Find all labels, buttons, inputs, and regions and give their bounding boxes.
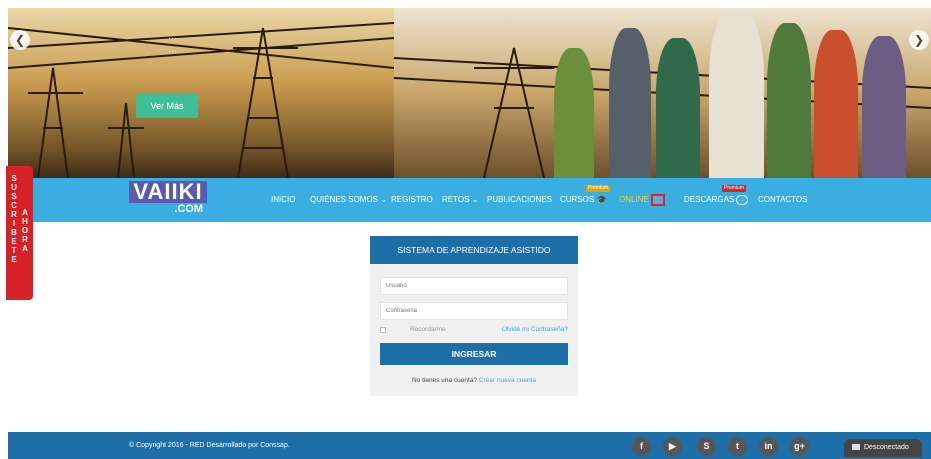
facebook-icon[interactable]: f <box>632 437 651 456</box>
hero-caption-line: ... <box>168 43 178 55</box>
ver-mas-button[interactable]: Ver Más <box>136 94 198 118</box>
chevron-down-icon: ⌄ <box>471 195 479 204</box>
nav-item-inicio[interactable]: INICIO <box>271 178 295 222</box>
premium-badge: Premium <box>586 185 611 192</box>
hero-image-students <box>393 8 931 178</box>
create-account-link[interactable]: Crear nueva cuenta <box>479 377 536 384</box>
nav-item-label: REGISTRO <box>391 195 433 204</box>
nav-item-label: PUBLICACIONES <box>487 195 552 204</box>
chevron-left-icon[interactable]: ❮ <box>10 30 30 50</box>
hero-image-power-lines: ... ... Ver Más <box>8 8 395 178</box>
main-navbar: VAIIKI .COM INICIO QUIÉNES SOMOS ⌄ REGIS… <box>8 178 931 222</box>
hero-caption-line: ... <box>168 30 178 42</box>
student-figure <box>709 10 764 178</box>
no-account-text: No tienes una cuenta? <box>412 377 478 384</box>
power-tower-graphic <box>8 22 395 178</box>
nav-item-label: INICIO <box>271 195 296 204</box>
create-account-row: No tienes una cuenta? Crear nueva cuenta <box>370 377 578 384</box>
nav-item-registro[interactable]: REGISTRO <box>391 178 433 222</box>
graduation-cap-icon: 🎓 <box>596 195 607 204</box>
nav-item-retos[interactable]: RETOS ⌄ <box>442 178 478 222</box>
nav-item-cursos[interactable]: Premium CURSOS 🎓 <box>560 178 611 222</box>
subscribe-tab[interactable]: SUSCRIBETE AHORA <box>6 166 33 300</box>
nav-item-online[interactable]: ONLINE <box>619 178 665 222</box>
student-figure <box>862 36 906 178</box>
remember-label: Recordarme <box>410 326 446 333</box>
youtube-icon[interactable]: ▶ <box>663 437 682 456</box>
chat-status-label: Desconectado <box>864 444 909 451</box>
skype-icon[interactable]: S <box>697 437 716 456</box>
chat-widget[interactable]: Desconectado <box>844 439 922 457</box>
nav-item-label: DESCARGAS <box>684 195 735 204</box>
premium-badge: Premium <box>722 185 747 192</box>
twitter-icon[interactable]: t <box>728 437 747 456</box>
student-figure <box>554 48 594 178</box>
nav-item-label: CONTACTOS <box>758 195 808 204</box>
subscribe-now-text: AHORA <box>21 208 29 253</box>
remember-row: Recordarme Olvidé mi Contraseña? <box>380 326 568 336</box>
nav-item-label: QUIÉNES SOMOS <box>310 195 379 204</box>
username-input[interactable] <box>380 277 568 295</box>
nav-item-descargas[interactable]: Premium DESCARGAS ↓ <box>684 178 749 222</box>
nav-item-label: ONLINE <box>619 195 649 204</box>
hero-slider: ... ... Ver Más ❮ ❯ <box>8 8 931 178</box>
copyright-text: © Copyright 2016 - RED Desarrollado por … <box>129 442 290 449</box>
online-monitor-icon <box>650 193 665 206</box>
logo-text: VAIIKI <box>129 181 207 203</box>
cloud-download-icon: ↓ <box>736 194 749 205</box>
student-figure <box>609 28 651 178</box>
login-card: SISTEMA DE APRENDIZAJE ASISTIDO Recordar… <box>370 236 578 396</box>
login-title: SISTEMA DE APRENDIZAJE ASISTIDO <box>370 236 578 264</box>
student-figure <box>767 23 811 178</box>
nav-item-quienes-somos[interactable]: QUIÉNES SOMOS ⌄ <box>310 178 387 222</box>
chevron-down-icon: ⌄ <box>380 195 387 204</box>
logo-domain: .COM <box>174 203 203 215</box>
subscribe-text: SUSCRIBETE <box>11 174 17 264</box>
student-figure <box>814 30 858 178</box>
linkedin-icon[interactable]: in <box>759 437 778 456</box>
chat-bubble-icon <box>852 444 860 451</box>
site-logo[interactable]: VAIIKI .COM <box>129 181 207 218</box>
hero-caption: ... ... <box>168 30 177 56</box>
nav-item-publicaciones[interactable]: PUBLICACIONES <box>487 178 552 222</box>
nav-item-label: CURSOS <box>560 195 595 204</box>
login-submit-button[interactable]: INGRESAR <box>380 343 568 365</box>
student-figure <box>656 38 700 178</box>
footer: © Copyright 2016 - RED Desarrollado por … <box>8 432 931 459</box>
forgot-password-link[interactable]: Olvidé mi Contraseña? <box>502 326 568 333</box>
chevron-right-icon[interactable]: ❯ <box>909 30 929 50</box>
password-input[interactable] <box>380 302 568 320</box>
nav-item-label: RETOS <box>442 195 470 204</box>
google-plus-icon[interactable]: g+ <box>790 437 809 456</box>
nav-item-contactos[interactable]: CONTACTOS <box>758 178 807 222</box>
remember-checkbox[interactable] <box>380 327 386 333</box>
